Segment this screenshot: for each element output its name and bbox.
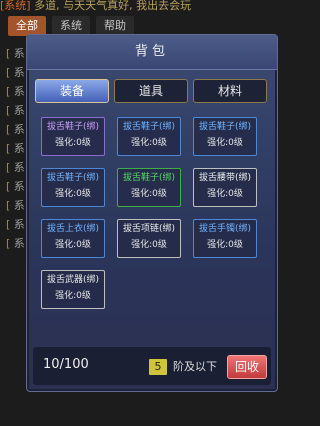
item-slot[interactable]: 拔舌上衣(绑) 强化:0级 (41, 219, 105, 258)
chat-line: [ 系 (6, 161, 25, 174)
chat-line: [ 系 (6, 47, 25, 60)
bag-panel: 背包 装备 道具 材料 拔舌鞋子(绑) 强化:0级 拔舌鞋子(绑) 强化:0级 … (26, 34, 278, 392)
item-slot[interactable]: 拔舌项链(绑) 强化:0级 (117, 219, 181, 258)
item-name: 拔舌腰带(绑) (198, 173, 252, 183)
chat-line: [ 系 (6, 142, 25, 155)
bag-tabs: 装备 道具 材料 (35, 79, 267, 103)
bag-capacity: 10/100 (43, 357, 89, 372)
tab-system[interactable]: 系统 (52, 16, 90, 36)
bag-title: 背包 (134, 44, 169, 59)
chat-line: [ 系 (6, 199, 25, 212)
item-level: 强化:0级 (55, 240, 91, 250)
item-name: 拔舌上衣(绑) (46, 224, 100, 234)
item-slot[interactable]: 拔舌武器(绑) 强化:0级 (41, 270, 105, 309)
chat-channel-tabs: 全部 系统 帮助 (8, 16, 134, 36)
chat-line: [ 系 (6, 180, 25, 193)
tab-equipment[interactable]: 装备 (35, 79, 109, 103)
item-level: 强化:0级 (207, 240, 243, 250)
item-slot[interactable]: 拔舌鞋子(绑) 强化:0级 (117, 117, 181, 156)
item-level: 强化:0级 (207, 138, 243, 148)
chat-line: [ 系 (6, 123, 25, 136)
item-slot[interactable]: 拔舌鞋子(绑) 强化:0级 (41, 117, 105, 156)
item-level: 强化:0级 (55, 189, 91, 199)
recycle-button[interactable]: 回收 (227, 355, 267, 379)
item-level: 强化:0级 (55, 291, 91, 301)
filter-level-badge[interactable]: 5 (149, 359, 167, 375)
bag-header: 背包 (27, 35, 277, 70)
item-name: 拔舌鞋子(绑) (46, 173, 100, 183)
item-slot[interactable]: 拔舌腰带(绑) 强化:0级 (193, 168, 257, 207)
tab-help[interactable]: 帮助 (96, 16, 134, 36)
item-slot[interactable]: 拔舌鞋子(绑) 强化:0级 (117, 168, 181, 207)
chat-log: [ 系 [ 系 [ 系 [ 系 [ 系 [ 系 [ 系 [ 系 [ 系 [ 系 … (6, 44, 25, 253)
filter-label: 阶及以下 (173, 360, 217, 373)
item-level: 强化:0级 (131, 240, 167, 250)
ticker-tag: [系统] (0, 0, 31, 12)
bag-footer: 10/100 5 阶及以下 回收 (33, 347, 271, 385)
chat-line: [ 系 (6, 66, 25, 79)
item-level: 强化:0级 (131, 189, 167, 199)
item-level: 强化:0级 (207, 189, 243, 199)
item-name: 拔舌鞋子(绑) (198, 122, 252, 132)
item-name: 拔舌鞋子(绑) (122, 173, 176, 183)
tab-items[interactable]: 道具 (114, 79, 188, 103)
system-ticker: [系统] 多道, 与天天气真好, 我出去会玩 (0, 0, 300, 12)
item-slot[interactable]: 拔舌鞋子(绑) 强化:0级 (193, 117, 257, 156)
item-slot[interactable]: 拔舌鞋子(绑) 强化:0级 (41, 168, 105, 207)
item-name: 拔舌鞋子(绑) (46, 122, 100, 132)
item-name: 拔舌鞋子(绑) (122, 122, 176, 132)
item-name: 拔舌武器(绑) (46, 275, 100, 285)
item-level: 强化:0级 (131, 138, 167, 148)
tab-all[interactable]: 全部 (8, 16, 46, 36)
chat-line: [ 系 (6, 237, 25, 250)
chat-line: [ 系 (6, 218, 25, 231)
item-name: 拔舌手镯(绑) (198, 224, 252, 234)
chat-line: [ 系 (6, 85, 25, 98)
item-slot[interactable]: 拔舌手镯(绑) 强化:0级 (193, 219, 257, 258)
item-grid: 拔舌鞋子(绑) 强化:0级 拔舌鞋子(绑) 强化:0级 拔舌鞋子(绑) 强化:0… (41, 117, 257, 309)
tab-materials[interactable]: 材料 (193, 79, 267, 103)
item-name: 拔舌项链(绑) (122, 224, 176, 234)
ticker-text: 多道, 与天天气真好, 我出去会玩 (34, 0, 192, 12)
chat-line: [ 系 (6, 104, 25, 117)
item-level: 强化:0级 (55, 138, 91, 148)
